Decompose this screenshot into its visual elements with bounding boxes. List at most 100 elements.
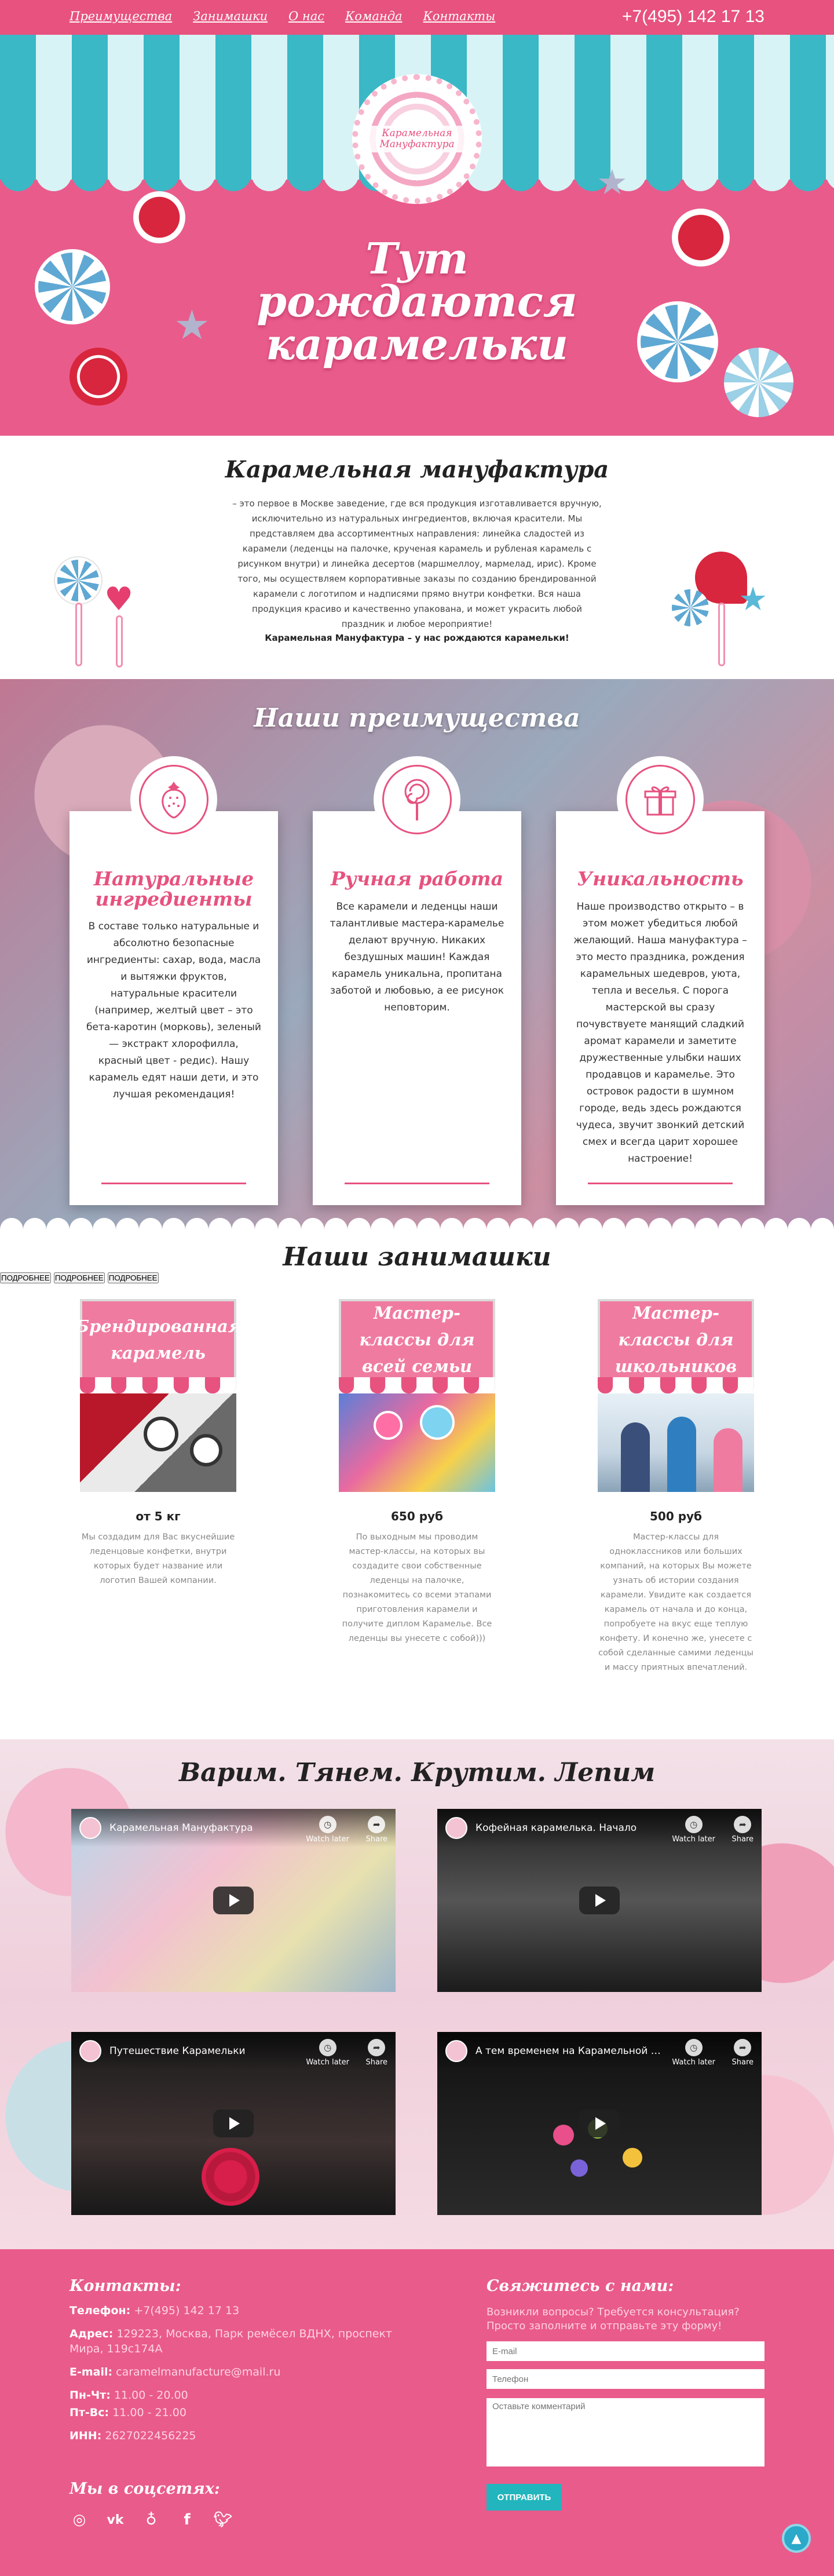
lollipop-decoration [672,589,709,626]
channel-avatar[interactable] [445,1817,467,1839]
activity-price: 650 руб [390,1509,444,1523]
video-player[interactable]: Кофейная карамелька. Начало ◷ Watch later… [437,1809,762,1992]
activity-price: 500 руб [649,1509,703,1523]
activity-description: По выходным мы проводим мастер-классы, н… [342,1533,492,1643]
share-label: Share [365,2058,387,2067]
card-awning [80,1377,236,1393]
hours-label: Пт-Вс: [70,2406,109,2419]
instagram-icon[interactable]: ◎ [70,2510,89,2530]
comment-textarea[interactable] [487,2398,765,2466]
hero-title-line: карамельки [265,320,568,370]
channel-avatar[interactable] [445,2040,467,2062]
hours-value: 11.00 - 21.00 [112,2406,186,2419]
share-label: Share [731,1835,753,1844]
watch-later-button[interactable]: ◷ Watch later [672,1816,715,1844]
activity-title: Мастер-классы для всей семьи [339,1299,495,1377]
hours-weekend-row: Пт-Вс: 11.00 - 21.00 [70,2405,394,2420]
wave-divider [0,1218,834,1229]
video-player[interactable]: Карамельная Мануфактура ◷ Watch later ➦ Sh… [71,1809,396,1992]
video-title[interactable]: Кофейная карамелька. Начало [475,1822,661,1834]
watch-later-label: Watch later [672,1835,715,1844]
activities-section: Наши занимашки Брендированная карамель о… [0,1229,834,1739]
activity-description: Мастер-классы для одноклассников или бол… [598,1533,753,1672]
contact-form: Свяжитесь с нами: Возникли вопросы? Треб… [487,2277,765,2511]
strawberry-icon [139,765,209,834]
vk-icon[interactable]: vk [105,2510,125,2530]
share-label: Share [731,2058,753,2067]
activity-card: Брендированная карамель от 5 кг Мы созда… [70,1299,247,1588]
nav-link-team[interactable]: Команда [345,9,403,23]
activity-title: Брендированная карамель [75,1299,242,1377]
advantage-title: Натуральные ингредиенты [93,867,254,910]
hero-title: Тут рождаются карамельки [0,238,834,366]
clock-icon: ◷ [319,2039,336,2056]
watch-later-button[interactable]: ◷ Watch later [306,1816,349,1844]
advantages-section: Наши преимущества Натуральные ингредиент… [0,679,834,1229]
email-input[interactable] [487,2341,765,2361]
watch-later-label: Watch later [306,1835,349,1844]
clock-icon: ◷ [685,2039,703,2056]
star-decoration: ★ [738,581,768,618]
advantage-title: Ручная работа [331,867,503,890]
share-label: Share [365,1835,387,1844]
advantage-card: Ручная работа Все карамели и леденцы наш… [313,756,521,1205]
share-icon: ➦ [368,2039,386,2056]
channel-avatar[interactable] [79,2040,101,2062]
watch-later-button[interactable]: ◷ Watch later [672,2039,715,2067]
lollipop-icon [382,765,452,834]
contact-phone-row: Телефон: +7(495) 142 17 13 [70,2303,394,2318]
phone-label: Телефон: [70,2304,131,2317]
watch-later-label: Watch later [306,2058,349,2067]
send-button[interactable]: ОТПРАВИТЬ [487,2484,562,2511]
twitter-icon[interactable]: 🐦︎ [213,2510,233,2530]
odnoklassniki-icon[interactable]: ♁ [141,2510,161,2530]
footer-section: Контакты: Телефон: +7(495) 142 17 13 Адр… [0,2249,834,2576]
nav-link-activities[interactable]: Занимашки [193,9,268,23]
brand-logo[interactable]: Карамельная Мануфактура [352,74,482,204]
facebook-icon[interactable]: f [177,2510,197,2530]
nav-link-about[interactable]: О нас [288,9,324,23]
about-section: Карамельная мануфактура – это первое в М… [0,436,834,691]
play-button[interactable] [579,2110,620,2137]
share-button[interactable]: ➦ Share [731,2039,753,2067]
card-divider [345,1183,489,1184]
top-nav: Преимущества Занимашки О нас Команда Кон… [0,0,834,35]
share-button[interactable]: ➦ Share [731,1816,753,1844]
hours-value: 11.00 - 20.00 [114,2389,188,2402]
share-icon: ➦ [734,1816,752,1833]
nav-link-advantages[interactable]: Преимущества [70,9,172,23]
header-phone[interactable]: +7(495) 142 17 13 [622,7,765,27]
phone-input[interactable] [487,2369,765,2389]
advantage-text: В составе только натуральные и абсолютно… [86,921,261,1101]
activity-more-button[interactable]: ПОДРОБНЕЕ [107,1272,159,1283]
play-button[interactable] [579,1887,620,1914]
channel-avatar[interactable] [79,1817,101,1839]
inn-value: 2627022456225 [105,2429,196,2442]
activity-more-button[interactable]: ПОДРОБНЕЕ [53,1272,105,1283]
video-title[interactable]: Путешествие Карамельки [109,2045,295,2057]
nav-link-contacts[interactable]: Контакты [423,9,496,23]
video-title[interactable]: А тем временем на Карамельной Ма... [475,2045,661,2057]
video-player[interactable]: Путешествие Карамельки ◷ Watch later ➦ Sha… [71,2032,396,2215]
nav-menu: Преимущества Занимашки О нас Команда Кон… [70,9,495,23]
play-button[interactable] [213,2110,254,2137]
email-value[interactable]: caramelmanufacture@mail.ru [116,2366,280,2378]
phone-value[interactable]: +7(495) 142 17 13 [134,2304,239,2317]
play-button[interactable] [213,1887,254,1914]
about-slogan: Карамельная Мануфактура – у нас рождаютс… [265,633,569,643]
share-button[interactable]: ➦ Share [365,2039,387,2067]
activity-more-button[interactable]: ПОДРОБНЕЕ [0,1272,51,1283]
activity-description: Мы создадим для Вас вкуснейшие леденцовы… [81,1533,235,1585]
video-title[interactable]: Карамельная Мануфактура [109,1822,295,1834]
scroll-to-top-button[interactable]: ▲ [782,2524,811,2553]
share-icon: ➦ [368,1816,386,1833]
activity-photo [80,1393,236,1492]
hours-label: Пн-Чт: [70,2389,111,2402]
share-button[interactable]: ➦ Share [365,1816,387,1844]
about-title: Карамельная мануфактура [225,456,609,483]
watch-later-button[interactable]: ◷ Watch later [306,2039,349,2067]
video-player[interactable]: А тем временем на Карамельной Ма... ◷ Wat… [437,2032,762,2215]
arrow-up-icon: ▲ [791,2531,802,2546]
advantage-text: Наше производство открыто – в этом может… [573,900,747,1165]
advantage-text: Все карамели и леденцы наши талантливые … [330,900,504,1013]
